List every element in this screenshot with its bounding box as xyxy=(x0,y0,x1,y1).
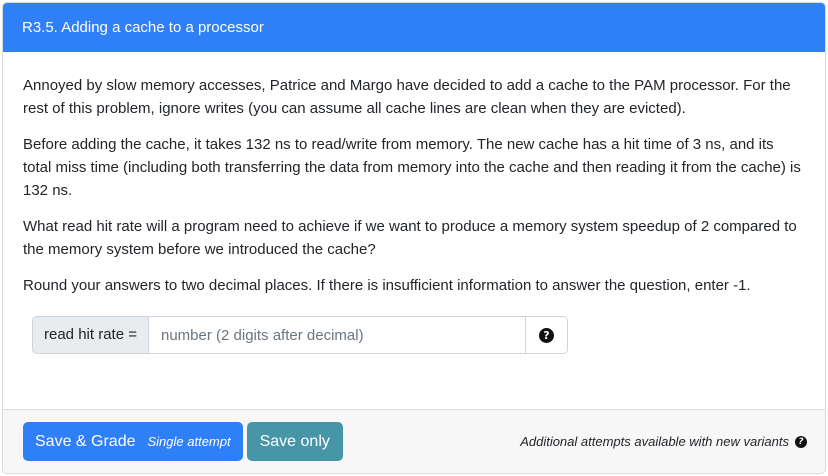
question-circle-icon[interactable]: ? xyxy=(795,435,807,448)
question-card: R3.5. Adding a cache to a processor Anno… xyxy=(2,2,826,474)
save-grade-button[interactable]: Save & Grade Single attempt xyxy=(23,422,243,461)
answer-label: read hit rate = xyxy=(32,316,149,354)
read-hit-rate-input[interactable] xyxy=(148,316,526,354)
question-body: Annoyed by slow memory accesses, Patrice… xyxy=(3,52,825,354)
question-paragraph-1: Annoyed by slow memory accesses, Patrice… xyxy=(23,77,791,117)
question-paragraph-4: Round your answers to two decimal places… xyxy=(23,277,751,294)
question-paragraph-2: Before adding the cache, it takes 132 ns… xyxy=(23,136,801,199)
answer-input-group: read hit rate = ? xyxy=(32,316,568,354)
single-attempt-label: Single attempt xyxy=(147,434,231,449)
attempts-note-text: Additional attempts available with new v… xyxy=(520,434,789,449)
save-grade-label: Save & Grade xyxy=(35,432,136,450)
save-only-button[interactable]: Save only xyxy=(246,422,343,461)
question-circle-icon: ? xyxy=(539,327,554,343)
question-paragraph-3: What read hit rate will a program need t… xyxy=(23,218,797,258)
card-footer: Save & Grade Single attempt Save only Ad… xyxy=(3,409,825,473)
question-title: R3.5. Adding a cache to a processor xyxy=(3,3,825,52)
attempts-note: Additional attempts available with new v… xyxy=(520,434,807,449)
answer-help-button[interactable]: ? xyxy=(526,316,568,354)
